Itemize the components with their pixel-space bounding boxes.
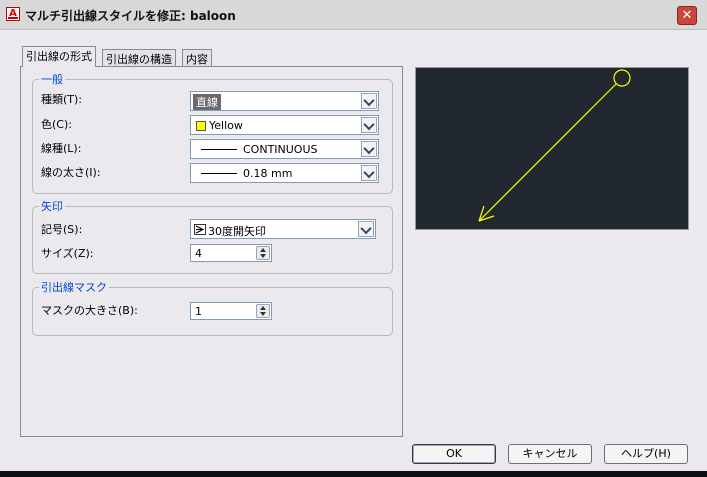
lineweight-combo[interactable]: 0.18 mm [190, 163, 379, 183]
ok-button[interactable]: OK [412, 444, 496, 464]
color-swatch [196, 121, 206, 131]
help-button[interactable]: ヘルプ(H) [604, 444, 688, 464]
balloon-circle [613, 69, 631, 87]
lineweight-label: 線の太さ(I): [41, 166, 101, 179]
tab-leader-structure[interactable]: 引出線の構造 [102, 49, 176, 67]
spin-arrows-icon[interactable] [256, 304, 270, 318]
preview-leader-drawing [478, 69, 631, 222]
chevron-down-icon[interactable] [361, 117, 377, 133]
cancel-button[interactable]: キャンセル [508, 444, 592, 464]
close-button[interactable]: ✕ [677, 6, 697, 25]
color-combo[interactable]: Yellow [190, 115, 379, 135]
chevron-down-icon[interactable] [361, 165, 377, 181]
window-title: マルチ引出線スタイルを修正: baloon [25, 9, 236, 23]
arrowhead-group-legend: 矢印 [41, 200, 63, 213]
autocad-app-icon: A [6, 7, 20, 21]
type-label: 種類(T): [41, 93, 83, 106]
break-size-value: 1 [195, 305, 202, 318]
arrow-symbol-value: 30度開矢印 [208, 225, 266, 238]
type-combo[interactable]: 直線 [190, 91, 379, 111]
spin-arrows-icon[interactable] [256, 246, 270, 260]
background-strip [0, 471, 707, 477]
leader-line [478, 83, 617, 222]
general-group-legend: 一般 [41, 73, 63, 86]
lineweight-value: 0.18 mm [243, 167, 293, 180]
color-label: 色(C): [41, 118, 72, 131]
leader-break-group-legend: 引出線マスク [41, 281, 107, 294]
arrow-size-value: 4 [195, 247, 202, 260]
tab-panel-leader-format: 一般 種類(T): 直線 色(C): Yellow 線種(L): CONTINU… [20, 66, 403, 437]
arrow-symbol-combo[interactable]: 30度開矢印 [190, 219, 376, 239]
tab-leader-format[interactable]: 引出線の形式 [22, 46, 96, 67]
arrow-symbol-icon [194, 224, 206, 235]
leader-preview [415, 67, 689, 230]
arrow-size-spinner[interactable]: 4 [190, 244, 272, 262]
linetype-combo[interactable]: CONTINUOUS [190, 139, 379, 159]
break-size-label: マスクの大きさ(B): [41, 304, 138, 317]
chevron-down-icon[interactable] [361, 93, 377, 109]
break-size-spinner[interactable]: 1 [190, 302, 272, 320]
color-value: Yellow [209, 119, 243, 132]
multileader-style-dialog: A マルチ引出線スタイルを修正: baloon ✕ 引出線の形式 引出線の構造 … [0, 0, 707, 477]
arrow-size-label: サイズ(Z): [41, 247, 94, 260]
linetype-value: CONTINUOUS [243, 143, 318, 156]
linetype-label: 線種(L): [41, 142, 82, 155]
tab-content[interactable]: 内容 [182, 49, 212, 67]
title-bar[interactable]: A マルチ引出線スタイルを修正: baloon ✕ [0, 0, 707, 30]
line-sample [201, 173, 237, 174]
line-sample [201, 149, 237, 150]
symbol-label: 記号(S): [41, 223, 83, 236]
chevron-down-icon[interactable] [361, 141, 377, 157]
type-value: 直線 [193, 94, 221, 110]
chevron-down-icon[interactable] [358, 221, 374, 237]
